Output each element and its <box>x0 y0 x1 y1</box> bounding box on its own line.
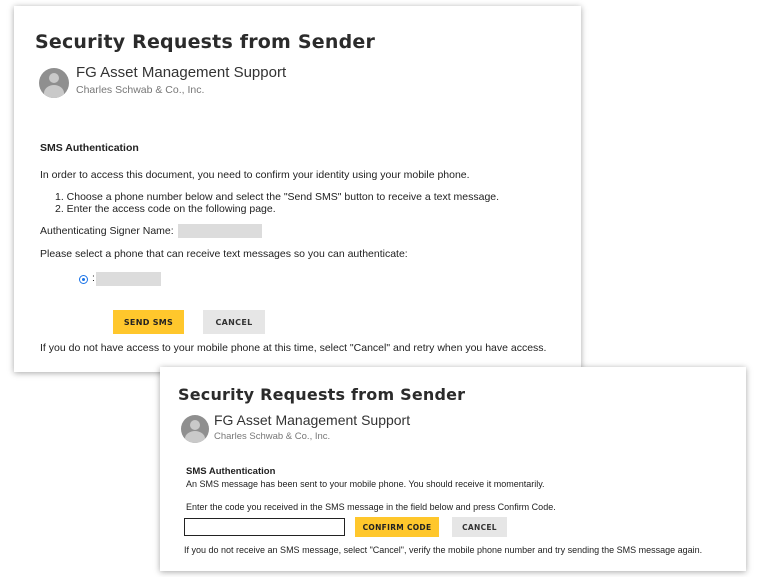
footer-note: If you do not have access to your mobile… <box>40 342 547 354</box>
sender-organization: Charles Schwab & Co., Inc. <box>76 84 205 96</box>
sender-organization: Charles Schwab & Co., Inc. <box>214 431 331 442</box>
send-sms-button[interactable]: SEND SMS <box>113 310 184 334</box>
sms-auth-panel-confirm: Security Requests from Sender FG Asset M… <box>160 367 746 571</box>
signer-name-label: Authenticating Signer Name: <box>40 225 174 237</box>
page-title: Security Requests from Sender <box>35 31 376 53</box>
step-1: 1. Choose a phone number below and selec… <box>55 191 500 203</box>
step-2: 2. Enter the access code on the followin… <box>55 203 276 215</box>
phone-radio-icon[interactable] <box>79 275 88 284</box>
code-instruction: Enter the code you received in the SMS m… <box>186 502 556 512</box>
sms-sent-message: An SMS message has been sent to your mob… <box>186 479 545 489</box>
access-code-input[interactable] <box>184 518 345 536</box>
phone-prompt: Please select a phone that can receive t… <box>40 248 408 260</box>
section-heading: SMS Authentication <box>40 142 139 154</box>
sms-auth-panel-send: Security Requests from Sender FG Asset M… <box>14 6 581 372</box>
sender-name: FG Asset Management Support <box>76 64 287 81</box>
cancel-button[interactable]: CANCEL <box>203 310 265 334</box>
phone-option-prefix: : <box>92 272 95 284</box>
sender-name: FG Asset Management Support <box>214 412 411 428</box>
sender-avatar-icon <box>39 68 69 98</box>
page-title: Security Requests from Sender <box>178 385 466 404</box>
footer-note: If you do not receive an SMS message, se… <box>184 545 703 555</box>
sender-avatar-icon <box>181 415 209 443</box>
intro-text: In order to access this document, you ne… <box>40 169 470 181</box>
confirm-code-button[interactable]: CONFIRM CODE <box>355 517 439 537</box>
signer-name-redacted <box>178 224 262 238</box>
cancel-button[interactable]: CANCEL <box>452 517 507 537</box>
phone-number-redacted[interactable] <box>96 272 161 286</box>
section-heading: SMS Authentication <box>186 466 276 477</box>
